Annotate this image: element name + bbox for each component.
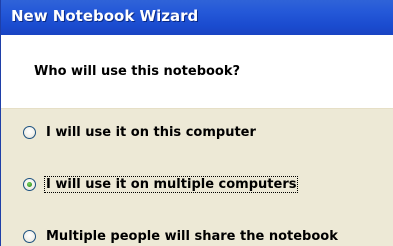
wizard-window: New Notebook Wizard Who will use this no… [0,0,393,246]
title-bar[interactable]: New Notebook Wizard [1,0,393,35]
radio-button-multiple-computers[interactable] [23,177,36,191]
option-this-computer[interactable]: I will use it on this computer [23,122,257,142]
option-label-shared-notebook: Multiple people will share the notebook [46,228,338,244]
option-label-this-computer: I will use it on this computer [46,124,256,140]
option-label-multiple-computers: I will use it on multiple computers [43,175,299,193]
wizard-body: I will use it on this computer I will us… [1,109,393,246]
option-shared-notebook[interactable]: Multiple people will share the notebook [23,226,339,246]
radio-button-this-computer[interactable] [23,125,36,139]
window-title: New Notebook Wizard [11,7,199,25]
radio-button-shared-notebook[interactable] [23,229,36,243]
question-heading: Who will use this notebook? [34,64,241,79]
wizard-header: Who will use this notebook? [1,35,393,109]
option-multiple-computers[interactable]: I will use it on multiple computers [23,174,299,194]
